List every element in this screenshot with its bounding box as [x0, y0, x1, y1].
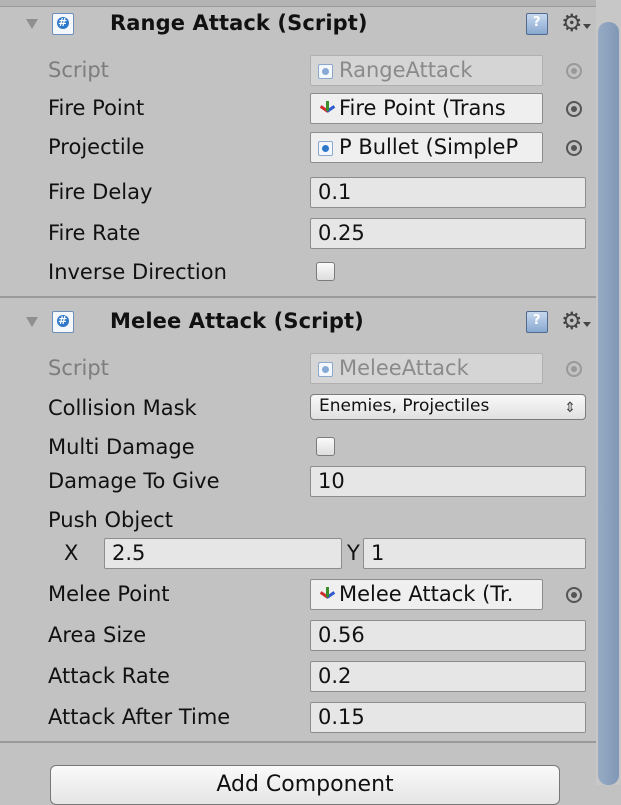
script-icon — [52, 13, 74, 35]
object-picker-icon[interactable] — [566, 101, 582, 117]
add-component-button[interactable]: Add Component — [50, 765, 560, 805]
object-picker-icon[interactable] — [566, 140, 582, 156]
field-value: Fire Point (Trans — [339, 96, 506, 120]
fire-rate-row: Fire Rate 0.25 — [16, 217, 591, 254]
collision-mask-dropdown[interactable]: Enemies, Projectiles ⇕ — [310, 394, 586, 420]
field-label: Inverse Direction — [48, 260, 227, 284]
collision-mask-row: Collision Mask Enemies, Projectiles ⇕ — [16, 392, 591, 429]
object-picker-icon — [566, 63, 582, 79]
script-icon — [318, 64, 333, 79]
field-label: Script — [48, 356, 109, 380]
push-object-vector-row: X 2.5 Y 1 — [16, 537, 591, 574]
damage-to-give-row: Damage To Give 10 — [16, 465, 591, 502]
field-label: Fire Point — [48, 96, 145, 120]
attack-after-time-input[interactable]: 0.15 — [310, 702, 586, 733]
field-label: Attack After Time — [48, 705, 231, 729]
x-label: X — [64, 541, 79, 565]
fire-rate-input[interactable]: 0.25 — [310, 218, 586, 249]
script-icon — [52, 311, 74, 333]
component-title: Melee Attack (Script) — [110, 309, 364, 333]
push-x-input[interactable]: 2.5 — [104, 538, 342, 569]
attack-rate-row: Attack Rate 0.2 — [16, 660, 591, 697]
field-value: RangeAttack — [339, 58, 473, 82]
field-label: Collision Mask — [48, 396, 197, 420]
melee-attack-header[interactable]: Melee Attack (Script) ⚙ — [16, 304, 594, 344]
field-value: Melee Attack (Tr. — [339, 582, 514, 606]
melee-point-object-field[interactable]: Melee Attack (Tr. — [310, 579, 543, 610]
field-label: Melee Point — [48, 582, 170, 606]
foldout-triangle-icon[interactable] — [26, 317, 38, 327]
melee-point-row: Melee Point Melee Attack (Tr. — [16, 578, 591, 615]
inverse-direction-checkbox[interactable] — [316, 262, 335, 281]
field-label: Script — [48, 58, 109, 82]
gear-icon[interactable]: ⚙ — [561, 9, 591, 37]
foldout-triangle-icon[interactable] — [26, 19, 38, 29]
script-icon — [318, 141, 333, 156]
script-row: Script MeleeAttack — [16, 352, 591, 389]
field-value: P Bullet (SimpleP — [339, 135, 519, 159]
projectile-object-field[interactable]: P Bullet (SimpleP — [310, 132, 543, 163]
y-label: Y — [347, 541, 360, 565]
script-object-field: MeleeAttack — [310, 353, 543, 384]
script-icon — [318, 362, 333, 377]
script-row: Script RangeAttack — [16, 54, 591, 91]
attack-after-time-row: Attack After Time 0.15 — [16, 701, 591, 738]
field-label: Area Size — [48, 623, 147, 647]
transform-icon — [318, 586, 336, 604]
field-value: MeleeAttack — [339, 356, 469, 380]
field-label: Damage To Give — [48, 469, 220, 493]
area-size-input[interactable]: 0.56 — [310, 620, 586, 651]
inverse-direction-row: Inverse Direction — [16, 256, 591, 293]
inspector-panel: Range Attack (Script) ⚙ Script RangeAtta… — [0, 0, 621, 805]
fire-delay-row: Fire Delay 0.1 — [16, 176, 591, 213]
multi-damage-row: Multi Damage — [16, 431, 591, 468]
transform-icon — [318, 100, 336, 118]
range-attack-header[interactable]: Range Attack (Script) ⚙ — [16, 6, 594, 46]
field-label: Fire Rate — [48, 221, 141, 245]
help-book-icon[interactable] — [526, 13, 548, 35]
gear-icon[interactable]: ⚙ — [561, 307, 591, 335]
field-label: Fire Delay — [48, 180, 153, 204]
object-picker-icon[interactable] — [566, 587, 582, 603]
scrollbar-thumb[interactable] — [598, 22, 619, 785]
fire-point-object-field[interactable]: Fire Point (Trans — [310, 93, 543, 124]
push-object-row: Push Object — [16, 504, 591, 541]
up-down-arrows-icon: ⇕ — [564, 400, 576, 416]
help-book-icon[interactable] — [526, 311, 548, 333]
field-label: Multi Damage — [48, 435, 195, 459]
field-label: Projectile — [48, 135, 145, 159]
attack-rate-input[interactable]: 0.2 — [310, 661, 586, 692]
multi-damage-checkbox[interactable] — [316, 437, 335, 456]
object-picker-icon — [566, 361, 582, 377]
component-divider — [0, 741, 596, 743]
component-title: Range Attack (Script) — [110, 11, 368, 35]
damage-to-give-input[interactable]: 10 — [310, 466, 586, 497]
component-divider — [0, 296, 596, 298]
fire-delay-input[interactable]: 0.1 — [310, 177, 586, 208]
projectile-row: Projectile P Bullet (SimpleP — [16, 131, 591, 168]
field-label: Attack Rate — [48, 664, 170, 688]
fire-point-row: Fire Point Fire Point (Trans — [16, 92, 591, 129]
dropdown-value: Enemies, Projectiles — [319, 396, 490, 416]
area-size-row: Area Size 0.56 — [16, 619, 591, 656]
push-y-input[interactable]: 1 — [363, 538, 586, 569]
script-object-field: RangeAttack — [310, 55, 543, 86]
field-label: Push Object — [48, 508, 173, 532]
